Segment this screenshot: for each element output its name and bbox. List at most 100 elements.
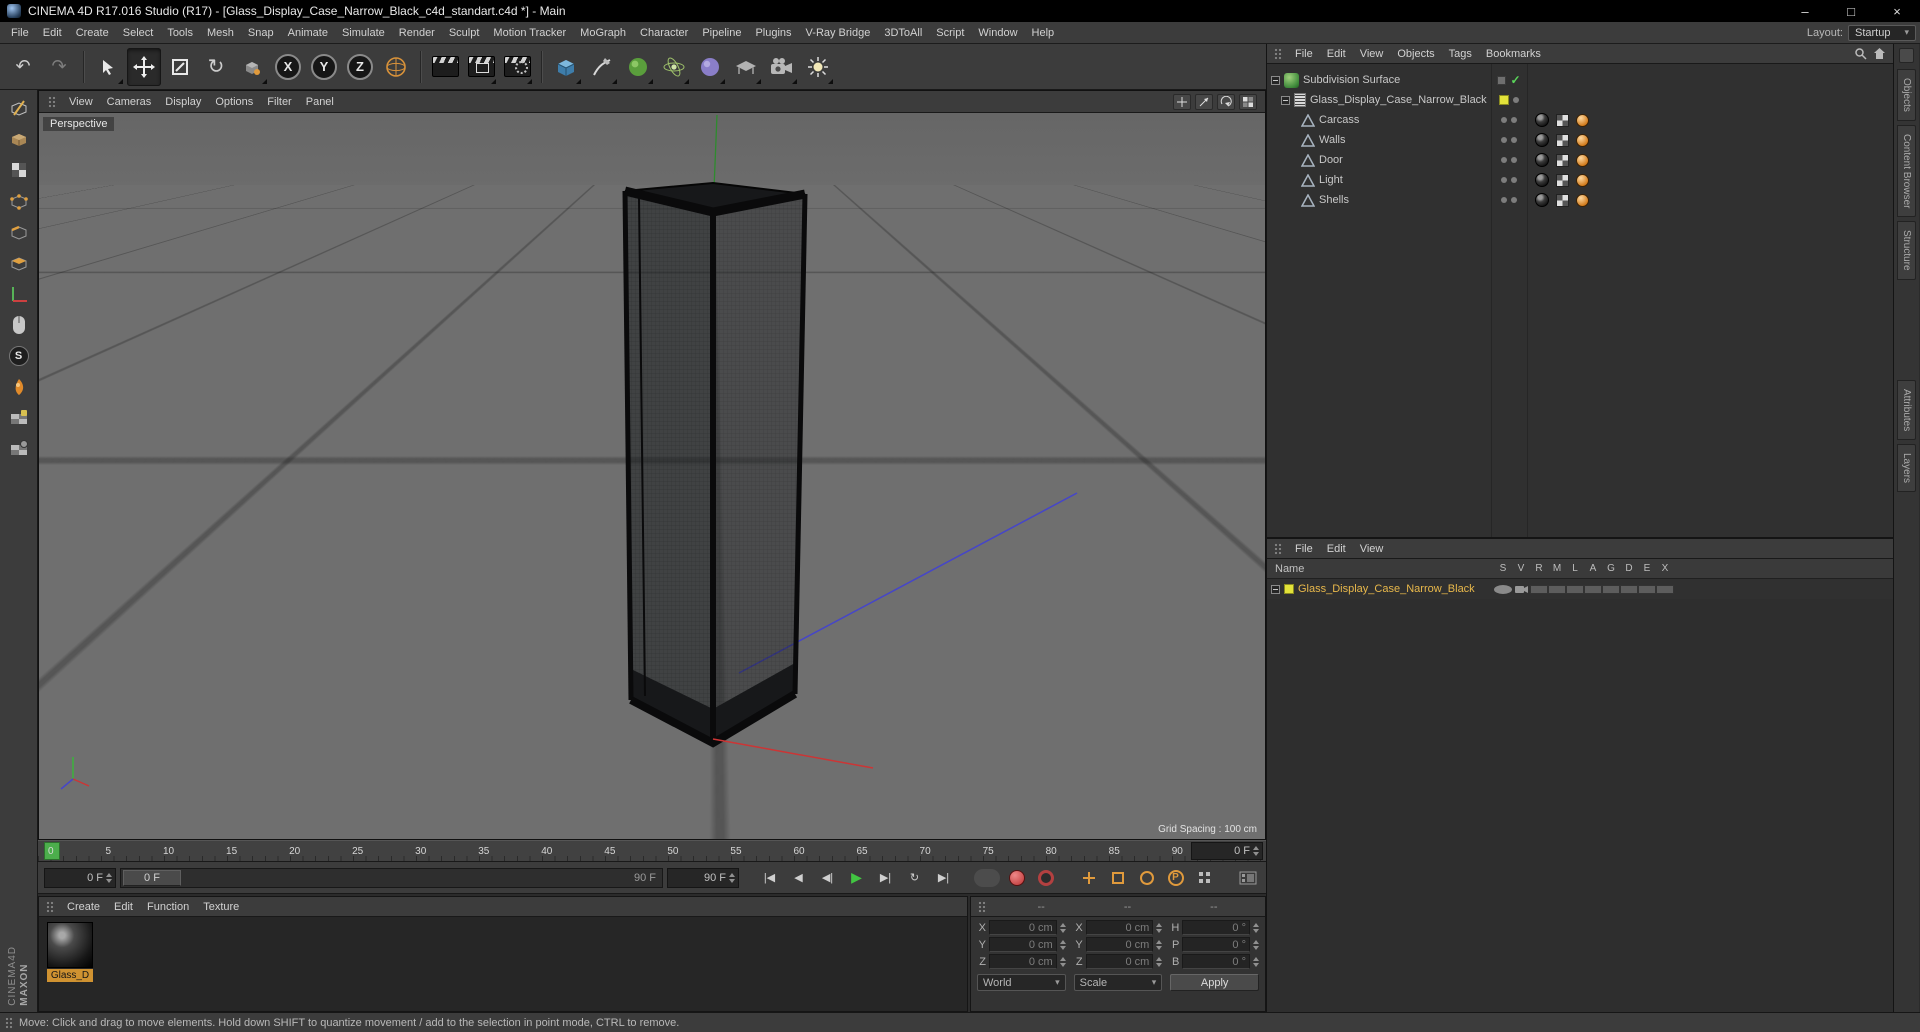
texture-tag-icon[interactable] (1556, 113, 1569, 127)
tree-row-shells[interactable]: Shells (1267, 190, 1893, 210)
layer-color-icon[interactable] (1499, 95, 1509, 105)
frame-range-slider[interactable]: 0 F 90 F (120, 867, 663, 888)
record-scale-toggle[interactable] (1105, 867, 1130, 889)
redo-button[interactable]: ↷ (42, 48, 76, 86)
visibility-dot-icon[interactable] (1511, 197, 1517, 203)
size-x-stepper[interactable] (1156, 922, 1163, 933)
layer-lock-toggle[interactable] (1566, 584, 1584, 594)
rotate-tool-button[interactable]: ↻ (199, 48, 233, 86)
pin-icon[interactable] (1899, 48, 1914, 63)
layer-animation-toggle[interactable] (1584, 584, 1602, 594)
generator-subdivision-button[interactable] (621, 48, 655, 86)
material-item[interactable]: Glass_D (45, 922, 95, 1006)
menu-sculpt[interactable]: Sculpt (442, 25, 487, 41)
record-pla-toggle[interactable] (1192, 867, 1217, 889)
position-z-stepper[interactable] (1059, 956, 1066, 967)
material-tag-icon[interactable] (1535, 113, 1549, 127)
object-label[interactable]: Walls (1319, 134, 1345, 146)
menu-tools[interactable]: Tools (160, 25, 200, 41)
tree-row-carcass[interactable]: Carcass (1267, 110, 1893, 130)
tweak-mode-button[interactable] (3, 311, 35, 339)
om-menu-view[interactable]: View (1353, 46, 1391, 62)
environment-button[interactable] (729, 48, 763, 86)
collapse-expander-icon[interactable] (1271, 584, 1280, 594)
layer-render-toggle[interactable] (1530, 584, 1548, 594)
tree-row-walls[interactable]: Walls (1267, 130, 1893, 150)
camera-button[interactable] (765, 48, 799, 86)
scale-mode-select[interactable]: Scale ▾ (1073, 974, 1163, 991)
primitive-cube-button[interactable] (549, 48, 583, 86)
menu-create[interactable]: Create (69, 25, 116, 41)
undo-button[interactable]: ↶ (6, 48, 40, 86)
position-y-field[interactable]: 0 cm (989, 937, 1057, 952)
visibility-dot-icon[interactable] (1511, 177, 1517, 183)
polygon-mode-button[interactable] (3, 249, 35, 277)
paint-tool-button[interactable] (3, 373, 35, 401)
record-parameter-toggle[interactable]: P (1163, 867, 1188, 889)
axis-mode-button[interactable] (3, 280, 35, 308)
menu-animate[interactable]: Animate (281, 25, 335, 41)
visibility-dot-icon[interactable] (1511, 137, 1517, 143)
size-x-field[interactable]: 0 cm (1085, 920, 1154, 935)
menu-plugins[interactable]: Plugins (748, 25, 798, 41)
end-frame-stepper[interactable] (729, 872, 735, 883)
layer-color-icon[interactable] (1284, 584, 1294, 594)
phong-tag-icon[interactable] (1576, 113, 1589, 127)
menu-select[interactable]: Select (116, 25, 161, 41)
layer-row[interactable]: Glass_Display_Case_Narrow_Black (1267, 579, 1893, 599)
tab-structure[interactable]: Structure (1897, 221, 1916, 280)
timeline-layout-button[interactable] (1235, 867, 1260, 889)
texture-tag-icon[interactable] (1556, 133, 1569, 147)
tab-content-browser[interactable]: Content Browser (1897, 124, 1916, 218)
phong-tag-icon[interactable] (1576, 133, 1589, 147)
texture-mode-button[interactable] (3, 156, 35, 184)
object-label[interactable]: Glass_Display_Case_Narrow_Black (1310, 94, 1487, 106)
minimize-button[interactable]: – (1782, 0, 1828, 22)
object-label[interactable]: Subdivision Surface (1303, 74, 1400, 86)
record-options-button[interactable] (974, 868, 1000, 887)
layer-generators-toggle[interactable] (1602, 584, 1620, 594)
menu-mograph[interactable]: MoGraph (573, 25, 633, 41)
viewport-menu-options[interactable]: Options (208, 94, 260, 110)
spline-pen-button[interactable] (585, 48, 619, 86)
material-menu-edit[interactable]: Edit (107, 899, 140, 915)
size-y-field[interactable]: 0 cm (1085, 937, 1154, 952)
enabled-check-icon[interactable]: ✓ (1510, 73, 1520, 87)
material-tag-icon[interactable] (1535, 193, 1549, 207)
menu-character[interactable]: Character (633, 25, 695, 41)
position-x-field[interactable]: 0 cm (989, 920, 1057, 935)
tree-row-subdivision-surface[interactable]: Subdivision Surface ✓ (1267, 70, 1893, 90)
rotation-b-field[interactable]: 0 ° (1182, 954, 1250, 969)
move-tool-button[interactable] (127, 47, 161, 86)
play-mode-button[interactable]: ↻ (902, 867, 927, 889)
visibility-dot-icon[interactable] (1501, 157, 1507, 163)
home-icon[interactable] (1873, 47, 1886, 60)
layer-solo-toggle[interactable] (1494, 584, 1512, 594)
current-frame-box[interactable]: 0 F (1191, 842, 1263, 860)
viewport-view-label[interactable]: Perspective (43, 117, 115, 131)
z-axis-lock-button[interactable]: Z (343, 48, 377, 86)
phong-tag-icon[interactable] (1576, 193, 1589, 207)
workplane-mode-button[interactable] (3, 435, 35, 463)
viewport-menu-filter[interactable]: Filter (260, 94, 298, 110)
visibility-dot-icon[interactable] (1513, 97, 1519, 103)
render-view-button[interactable] (428, 48, 462, 86)
visibility-dot-icon[interactable] (1501, 177, 1507, 183)
lock-workplane-button[interactable] (3, 404, 35, 432)
layer-toggle-icon[interactable] (1497, 75, 1507, 85)
menu-motion-tracker[interactable]: Motion Tracker (486, 25, 573, 41)
layer-deformers-toggle[interactable] (1620, 584, 1638, 594)
material-tag-icon[interactable] (1535, 173, 1549, 187)
tab-attributes[interactable]: Attributes (1897, 379, 1916, 441)
collapse-expander-icon[interactable] (1281, 95, 1290, 105)
menu-window[interactable]: Window (971, 25, 1024, 41)
visibility-dot-icon[interactable] (1511, 117, 1517, 123)
play-button[interactable]: ▶ (844, 867, 869, 889)
menu-3dtoall[interactable]: 3DToAll (877, 25, 929, 41)
search-icon[interactable] (1854, 47, 1867, 60)
tab-layers[interactable]: Layers (1897, 444, 1916, 493)
size-z-stepper[interactable] (1156, 956, 1163, 967)
layer-xref-toggle[interactable] (1656, 584, 1674, 594)
texture-tag-icon[interactable] (1556, 173, 1569, 187)
rotation-h-field[interactable]: 0 ° (1182, 920, 1250, 935)
